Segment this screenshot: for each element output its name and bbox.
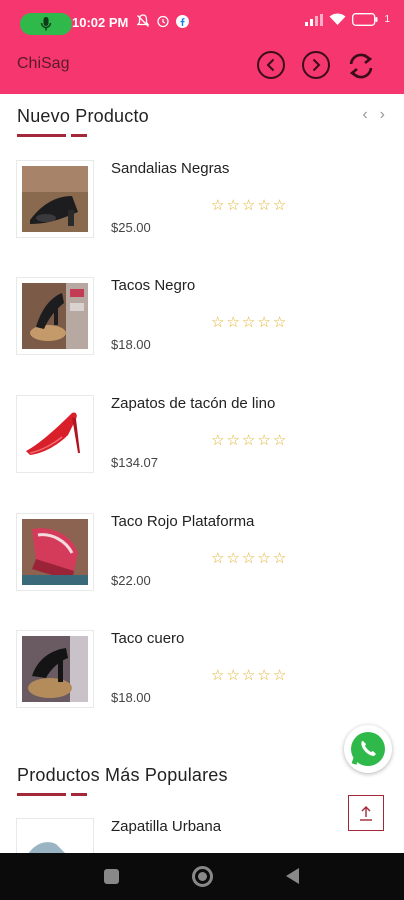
battery-level: 1	[384, 14, 390, 25]
product-image[interactable]	[16, 395, 94, 473]
product-price: $25.00	[111, 220, 151, 235]
status-time: 10:02 PM	[72, 15, 129, 30]
system-nav-bar	[0, 853, 404, 900]
star-icon: ☆	[241, 432, 256, 449]
recents-button[interactable]	[104, 869, 119, 884]
product-image[interactable]	[16, 160, 94, 238]
star-icon: ☆	[272, 314, 287, 331]
rating-stars: ☆ ☆ ☆ ☆ ☆	[211, 551, 286, 566]
heel-image	[22, 283, 88, 349]
star-icon: ☆	[241, 550, 256, 567]
product-price: $18.00	[111, 337, 151, 352]
star-icon: ☆	[257, 314, 271, 331]
whatsapp-button[interactable]	[344, 725, 392, 773]
product-price: $18.00	[111, 690, 151, 705]
carousel-next-icon[interactable]: ›	[380, 106, 385, 124]
product-name: Taco Rojo Plataforma	[111, 513, 255, 530]
battery-icon	[352, 13, 378, 26]
sandal-image	[22, 166, 88, 232]
star-icon: ☆	[226, 667, 240, 684]
section-title: Productos Más Populares	[17, 765, 228, 785]
home-button[interactable]	[192, 866, 213, 887]
star-icon: ☆	[272, 432, 287, 449]
section-new-products: Nuevo Producto ‹ ›	[17, 106, 389, 137]
product-image[interactable]	[16, 513, 94, 591]
star-icon: ☆	[211, 432, 225, 449]
product-image[interactable]	[16, 277, 94, 355]
microphone-icon	[40, 17, 52, 31]
star-icon: ☆	[226, 432, 240, 449]
product-card[interactable]: Sandalias Negras ☆ ☆ ☆ ☆ ☆ $25.00	[16, 160, 388, 250]
product-name: Zapatos de tacón de lino	[111, 395, 276, 412]
star-icon: ☆	[257, 550, 271, 567]
section-popular-products: Productos Más Populares	[17, 765, 389, 796]
rating-stars: ☆ ☆ ☆ ☆ ☆	[211, 433, 286, 448]
alarm-icon	[157, 15, 169, 28]
product-card[interactable]: Taco Rojo Plataforma ☆ ☆ ☆ ☆ ☆ $22.00	[16, 513, 388, 603]
star-icon: ☆	[226, 550, 240, 567]
star-icon: ☆	[211, 197, 225, 214]
title-underline	[17, 793, 87, 796]
star-icon: ☆	[257, 432, 271, 449]
section-title: Nuevo Producto	[17, 106, 149, 126]
rating-stars: ☆ ☆ ☆ ☆ ☆	[211, 315, 286, 330]
star-icon: ☆	[211, 667, 225, 684]
leather-heel-image	[22, 636, 88, 702]
star-icon: ☆	[226, 314, 240, 331]
product-card[interactable]: Tacos Negro ☆ ☆ ☆ ☆ ☆ $18.00	[16, 277, 388, 367]
product-name: Sandalias Negras	[111, 160, 230, 177]
product-image[interactable]	[16, 630, 94, 708]
mute-bell-icon	[136, 14, 150, 27]
rating-stars: ☆ ☆ ☆ ☆ ☆	[211, 668, 286, 683]
arrow-up-icon	[360, 806, 372, 821]
mic-indicator	[20, 13, 72, 35]
facebook-icon	[176, 14, 189, 28]
product-name: Tacos Negro	[111, 277, 196, 294]
product-card[interactable]: Zapatos de tacón de lino ☆ ☆ ☆ ☆ ☆ $134.07	[16, 395, 388, 485]
star-icon: ☆	[226, 197, 240, 214]
carousel-prev-icon[interactable]: ‹	[362, 106, 367, 124]
chevron-right-icon	[312, 58, 321, 72]
platform-heel-image	[22, 519, 88, 585]
star-icon: ☆	[241, 667, 256, 684]
star-icon: ☆	[257, 667, 271, 684]
status-bar: 10:02 PM 1	[0, 0, 404, 46]
next-button[interactable]	[302, 51, 330, 79]
refresh-icon	[349, 53, 373, 79]
rating-stars: ☆ ☆ ☆ ☆ ☆	[211, 198, 286, 213]
app-title: ChiSag	[17, 55, 70, 72]
star-icon: ☆	[272, 550, 287, 567]
app-bar: ChiSag	[0, 46, 404, 94]
product-price: $22.00	[111, 573, 151, 588]
star-icon: ☆	[241, 197, 256, 214]
star-icon: ☆	[211, 314, 225, 331]
star-icon: ☆	[272, 667, 287, 684]
star-icon: ☆	[257, 197, 271, 214]
title-underline	[17, 134, 87, 137]
star-icon: ☆	[272, 197, 287, 214]
previous-button[interactable]	[257, 51, 285, 79]
product-name: Zapatilla Urbana	[111, 818, 222, 835]
product-card[interactable]: Taco cuero ☆ ☆ ☆ ☆ ☆ $18.00	[16, 630, 388, 720]
star-icon: ☆	[211, 550, 225, 567]
whatsapp-icon	[351, 732, 385, 766]
product-name: Taco cuero	[111, 630, 185, 647]
wifi-icon	[329, 13, 346, 25]
signal-icon	[305, 13, 324, 26]
refresh-button[interactable]	[345, 50, 377, 82]
red-pump-image	[22, 401, 88, 467]
product-price: $134.07	[111, 455, 158, 470]
chevron-left-icon	[266, 58, 275, 72]
star-icon: ☆	[241, 314, 256, 331]
back-button[interactable]	[286, 868, 299, 884]
scroll-top-button[interactable]	[348, 795, 384, 831]
